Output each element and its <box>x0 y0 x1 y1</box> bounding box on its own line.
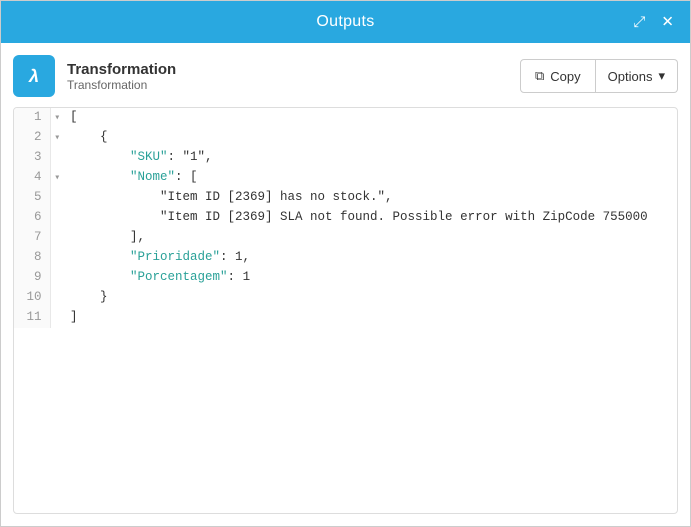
modal-container: Outputs ⤢ ✕ λ Transformation Transformat… <box>0 0 691 527</box>
line-content: ], <box>64 228 677 248</box>
options-label: Options <box>608 69 653 84</box>
modal-title: Outputs <box>316 13 374 31</box>
service-subtitle: Transformation <box>67 78 176 92</box>
table-row: 4▾ "Nome": [ <box>14 168 677 188</box>
line-number: 11 <box>14 308 50 328</box>
table-row: 10 } <box>14 288 677 308</box>
line-number: 3 <box>14 148 50 168</box>
service-info: λ Transformation Transformation <box>13 55 176 97</box>
table-row: 2▾ { <box>14 128 677 148</box>
table-row: 9 "Porcentagem": 1 <box>14 268 677 288</box>
line-toggle[interactable]: ▾ <box>50 128 64 148</box>
table-row: 7 ], <box>14 228 677 248</box>
expand-button[interactable]: ⤢ <box>629 13 649 32</box>
options-button[interactable]: Options ▾ <box>596 59 678 93</box>
table-row: 8 "Prioridade": 1, <box>14 248 677 268</box>
table-row: 3 "SKU": "1", <box>14 148 677 168</box>
service-labels: Transformation Transformation <box>67 61 176 92</box>
line-content: ] <box>64 308 677 328</box>
line-number: 5 <box>14 188 50 208</box>
header-controls: ⤢ ✕ <box>629 13 678 32</box>
code-area[interactable]: 1▾[2▾ {3 "SKU": "1",4▾ "Nome": [5 "Item … <box>13 107 678 514</box>
modal-body: λ Transformation Transformation ⧉ Copy O… <box>1 43 690 526</box>
service-icon: λ <box>13 55 55 97</box>
line-number: 8 <box>14 248 50 268</box>
line-toggle <box>50 248 64 268</box>
table-row: 5 "Item ID [2369] has no stock.", <box>14 188 677 208</box>
line-content: "Item ID [2369] SLA not found. Possible … <box>64 208 677 228</box>
line-content: { <box>64 128 677 148</box>
copy-button[interactable]: ⧉ Copy <box>520 59 596 93</box>
line-number: 2 <box>14 128 50 148</box>
line-number: 7 <box>14 228 50 248</box>
line-toggle <box>50 308 64 328</box>
chevron-down-icon: ▾ <box>658 68 665 84</box>
line-toggle <box>50 288 64 308</box>
line-toggle <box>50 148 64 168</box>
line-toggle[interactable]: ▾ <box>50 108 64 128</box>
line-toggle <box>50 208 64 228</box>
line-number: 9 <box>14 268 50 288</box>
code-table: 1▾[2▾ {3 "SKU": "1",4▾ "Nome": [5 "Item … <box>14 108 677 328</box>
service-name: Transformation <box>67 61 176 78</box>
line-toggle[interactable]: ▾ <box>50 168 64 188</box>
line-content: } <box>64 288 677 308</box>
lambda-icon: λ <box>29 66 39 87</box>
line-content: "Item ID [2369] has no stock.", <box>64 188 677 208</box>
copy-icon: ⧉ <box>535 68 544 84</box>
close-button[interactable]: ✕ <box>657 13 678 32</box>
service-bar: λ Transformation Transformation ⧉ Copy O… <box>13 55 678 97</box>
table-row: 6 "Item ID [2369] SLA not found. Possibl… <box>14 208 677 228</box>
table-row: 1▾[ <box>14 108 677 128</box>
line-content: "Nome": [ <box>64 168 677 188</box>
line-toggle <box>50 188 64 208</box>
line-content: "Prioridade": 1, <box>64 248 677 268</box>
copy-label: Copy <box>550 69 580 84</box>
line-number: 6 <box>14 208 50 228</box>
line-content: "SKU": "1", <box>64 148 677 168</box>
line-number: 4 <box>14 168 50 188</box>
line-content: [ <box>64 108 677 128</box>
line-toggle <box>50 268 64 288</box>
line-toggle <box>50 228 64 248</box>
line-content: "Porcentagem": 1 <box>64 268 677 288</box>
line-number: 10 <box>14 288 50 308</box>
modal-header: Outputs ⤢ ✕ <box>1 1 690 43</box>
service-actions: ⧉ Copy Options ▾ <box>520 59 678 93</box>
table-row: 11] <box>14 308 677 328</box>
line-number: 1 <box>14 108 50 128</box>
